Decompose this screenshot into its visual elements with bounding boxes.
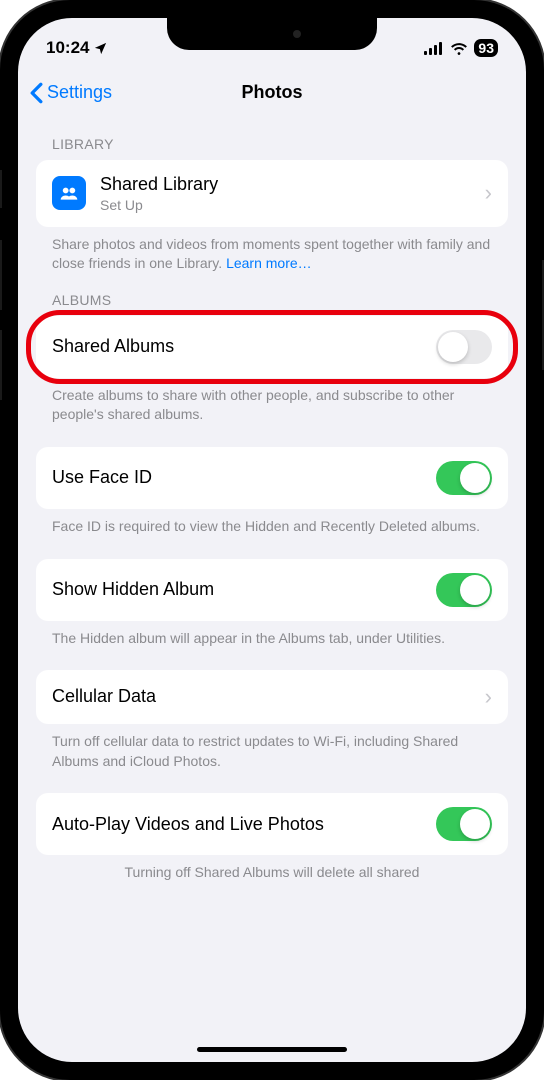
face-id-toggle[interactable] [436, 461, 492, 495]
people-icon [52, 176, 86, 210]
face-id-title: Use Face ID [52, 467, 436, 489]
wifi-icon [450, 42, 468, 55]
notch [167, 18, 377, 50]
back-label: Settings [47, 82, 112, 103]
side-button [0, 240, 2, 310]
location-icon [93, 41, 108, 56]
autoplay-cell[interactable]: Auto-Play Videos and Live Photos [36, 793, 508, 855]
autoplay-title: Auto-Play Videos and Live Photos [52, 814, 436, 836]
cellular-data-title: Cellular Data [52, 686, 485, 708]
shared-albums-cell[interactable]: Shared Albums [36, 316, 508, 378]
content-scroll[interactable]: LIBRARY Shared Library Set Up › Share ph… [18, 118, 526, 1062]
shared-library-sub: Set Up [100, 197, 485, 213]
cellular-footer: Turn off cellular data to restrict updat… [18, 724, 526, 771]
hidden-footer: The Hidden album will appear in the Albu… [18, 621, 526, 649]
section-header-albums: ALBUMS [18, 274, 526, 316]
albums-footer: Create albums to share with other people… [18, 378, 526, 425]
battery-indicator: 93 [474, 39, 498, 57]
screen: 10:24 93 Settings Photos LIBRARY [18, 18, 526, 1062]
side-button [0, 170, 2, 208]
side-button [0, 330, 2, 400]
cellular-icon [424, 42, 444, 55]
phone-frame: 10:24 93 Settings Photos LIBRARY [0, 0, 544, 1080]
hidden-album-title: Show Hidden Album [52, 579, 436, 601]
hidden-album-cell[interactable]: Show Hidden Album [36, 559, 508, 621]
page-title: Photos [242, 82, 303, 103]
autoplay-toggle[interactable] [436, 807, 492, 841]
section-header-library: LIBRARY [18, 118, 526, 160]
shared-albums-toggle[interactable] [436, 330, 492, 364]
face-id-footer: Face ID is required to view the Hidden a… [18, 509, 526, 537]
shared-library-title: Shared Library [100, 174, 485, 196]
cellular-data-cell[interactable]: Cellular Data › [36, 670, 508, 724]
shared-library-cell[interactable]: Shared Library Set Up › [36, 160, 508, 227]
nav-bar: Settings Photos [18, 68, 526, 118]
library-footer: Share photos and videos from moments spe… [18, 227, 526, 274]
chevron-left-icon [30, 82, 43, 104]
autoplay-footer: Turning off Shared Albums will delete al… [18, 855, 526, 883]
status-time: 10:24 [46, 38, 89, 58]
back-button[interactable]: Settings [30, 82, 112, 104]
learn-more-link[interactable]: Learn more… [226, 255, 312, 271]
face-id-cell[interactable]: Use Face ID [36, 447, 508, 509]
shared-albums-title: Shared Albums [52, 336, 436, 358]
chevron-right-icon: › [485, 180, 492, 206]
home-indicator[interactable] [197, 1047, 347, 1052]
hidden-album-toggle[interactable] [436, 573, 492, 607]
chevron-right-icon: › [485, 684, 492, 710]
